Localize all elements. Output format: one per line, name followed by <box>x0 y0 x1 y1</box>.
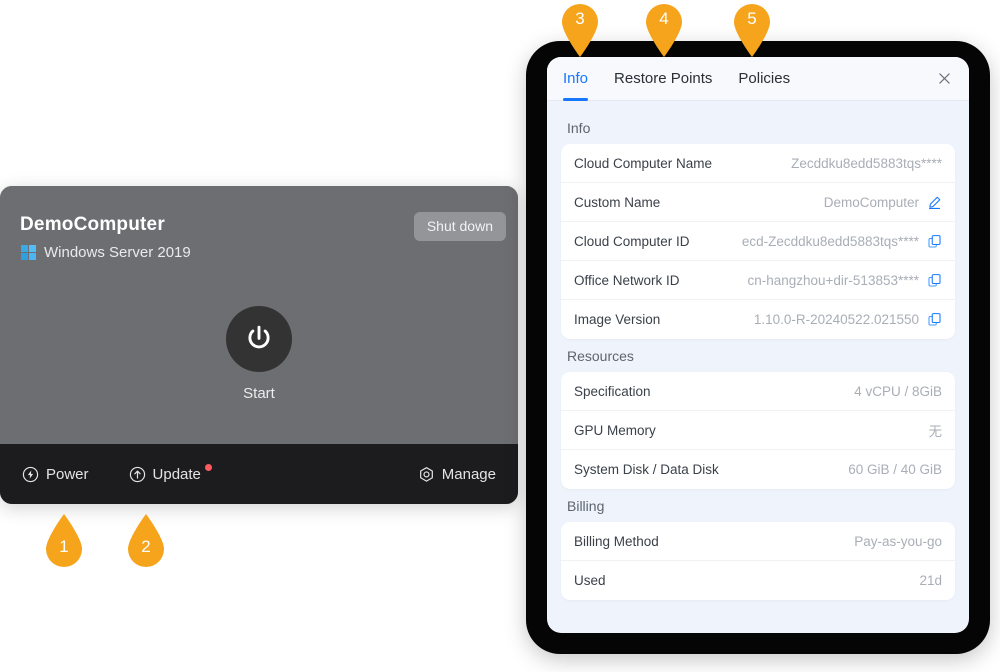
row-key: Cloud Computer ID <box>574 233 690 249</box>
section-group-billing: Billing Method Pay-as-you-go Used 21d <box>561 522 955 600</box>
callout-marker-number: 2 <box>141 537 151 556</box>
copy-icon[interactable] <box>927 273 942 288</box>
callout-marker-number: 5 <box>747 9 757 28</box>
edit-pencil-icon[interactable] <box>927 195 942 210</box>
row-key: Image Version <box>574 312 661 327</box>
table-row: GPU Memory 无 <box>561 411 955 450</box>
update-available-badge <box>204 463 212 471</box>
table-row: Cloud Computer ID ecd-Zecddku8edd5883tqs… <box>561 222 955 261</box>
panel-content: Info Cloud Computer Name Zecddku8edd5883… <box>547 101 969 616</box>
tab-restore-points[interactable]: Restore Points <box>614 57 712 101</box>
row-key: Cloud Computer Name <box>574 155 713 171</box>
windows-logo-icon <box>21 245 36 260</box>
footer-action-label: Power <box>46 465 89 483</box>
row-value: Zecddku8edd5883tqs**** <box>791 155 942 171</box>
power-zone: Start <box>0 306 518 402</box>
close-icon <box>939 73 950 84</box>
card-footer-toolbar: Power Update Manage <box>0 444 518 504</box>
table-row: Image Version 1.10.0-R-20240522.021550 <box>561 300 955 339</box>
callout-marker-number: 1 <box>59 537 69 556</box>
power-bolt-icon <box>22 466 39 482</box>
update-arrow-icon <box>129 466 145 482</box>
row-value: 无 <box>928 424 943 439</box>
detail-panel-frame: Info Restore Points Policies Info Cloud … <box>526 41 990 654</box>
detail-panel: Info Restore Points Policies Info Cloud … <box>547 57 969 633</box>
row-key: GPU Memory <box>574 422 656 438</box>
table-row: Billing Method Pay-as-you-go <box>561 522 955 561</box>
callout-marker-3: 3 <box>559 2 601 58</box>
callout-marker-4: 4 <box>643 2 685 58</box>
section-title-billing: Billing <box>567 498 605 514</box>
row-value: 4 vCPU / 8GiB <box>854 383 942 399</box>
row-value: cn-hangzhou+dir-513853**** <box>747 272 919 288</box>
row-key: System Disk / Data Disk <box>574 462 719 477</box>
cloud-computer-card: DemoComputer Windows Server 2019 Shut do… <box>0 186 518 504</box>
row-value: ecd-Zecddku8edd5883tqs**** <box>741 233 919 249</box>
row-value: DemoComputer <box>823 194 919 210</box>
os-row: Windows Server 2019 <box>21 244 191 261</box>
footer-action-manage[interactable]: Manage <box>418 466 496 483</box>
row-key: Specification <box>574 383 651 399</box>
section-group-resources: Specification 4 vCPU / 8GiB GPU Memory 无… <box>561 372 955 489</box>
row-value: 21d <box>919 573 942 588</box>
manage-nut-icon <box>419 466 433 482</box>
card-body: DemoComputer Windows Server 2019 Shut do… <box>0 186 518 444</box>
callout-marker-number: 4 <box>659 9 669 28</box>
row-value: 1.10.0-R-20240522.021550 <box>753 312 919 327</box>
row-key: Custom Name <box>574 194 661 210</box>
table-row: Custom Name DemoComputer <box>561 183 955 222</box>
row-key: Office Network ID <box>574 272 680 288</box>
row-key: Used <box>574 573 606 588</box>
tab-info[interactable]: Info <box>563 57 589 101</box>
footer-action-label: Update <box>152 465 201 483</box>
copy-icon[interactable] <box>927 312 942 327</box>
footer-action-update[interactable]: Update <box>129 463 212 483</box>
tab-bar: Info Restore Points Policies <box>547 57 969 101</box>
footer-action-label: Manage <box>441 465 496 483</box>
callout-marker-number: 3 <box>575 9 585 28</box>
row-value: 60 GiB / 40 GiB <box>848 462 942 477</box>
computer-name-title: DemoComputer <box>20 214 165 235</box>
callout-marker-5: 5 <box>731 2 773 58</box>
close-button[interactable] <box>936 70 953 87</box>
callout-marker-1: 1 <box>43 513 85 569</box>
start-power-button[interactable] <box>226 306 292 372</box>
row-value: Pay-as-you-go <box>854 533 942 549</box>
table-row: Specification 4 vCPU / 8GiB <box>561 372 955 411</box>
power-icon <box>248 325 270 349</box>
copy-icon[interactable] <box>927 234 942 249</box>
callout-marker-2: 2 <box>125 513 167 569</box>
table-row: Cloud Computer Name Zecddku8edd5883tqs**… <box>561 144 955 183</box>
tab-policies[interactable]: Policies <box>738 57 790 101</box>
shut-down-button[interactable]: Shut down <box>413 212 506 241</box>
power-state-label: Start <box>243 385 275 402</box>
table-row: Office Network ID cn-hangzhou+dir-513853… <box>561 261 955 300</box>
section-title-resources: Resources <box>567 348 634 364</box>
os-label: Windows Server 2019 <box>44 244 191 261</box>
section-group-info: Cloud Computer Name Zecddku8edd5883tqs**… <box>561 144 955 339</box>
footer-action-power[interactable]: Power <box>22 466 89 483</box>
table-row: Used 21d <box>561 561 955 600</box>
row-key: Billing Method <box>574 533 659 549</box>
table-row: System Disk / Data Disk 60 GiB / 40 GiB <box>561 450 955 489</box>
section-title-info: Info <box>567 120 591 136</box>
